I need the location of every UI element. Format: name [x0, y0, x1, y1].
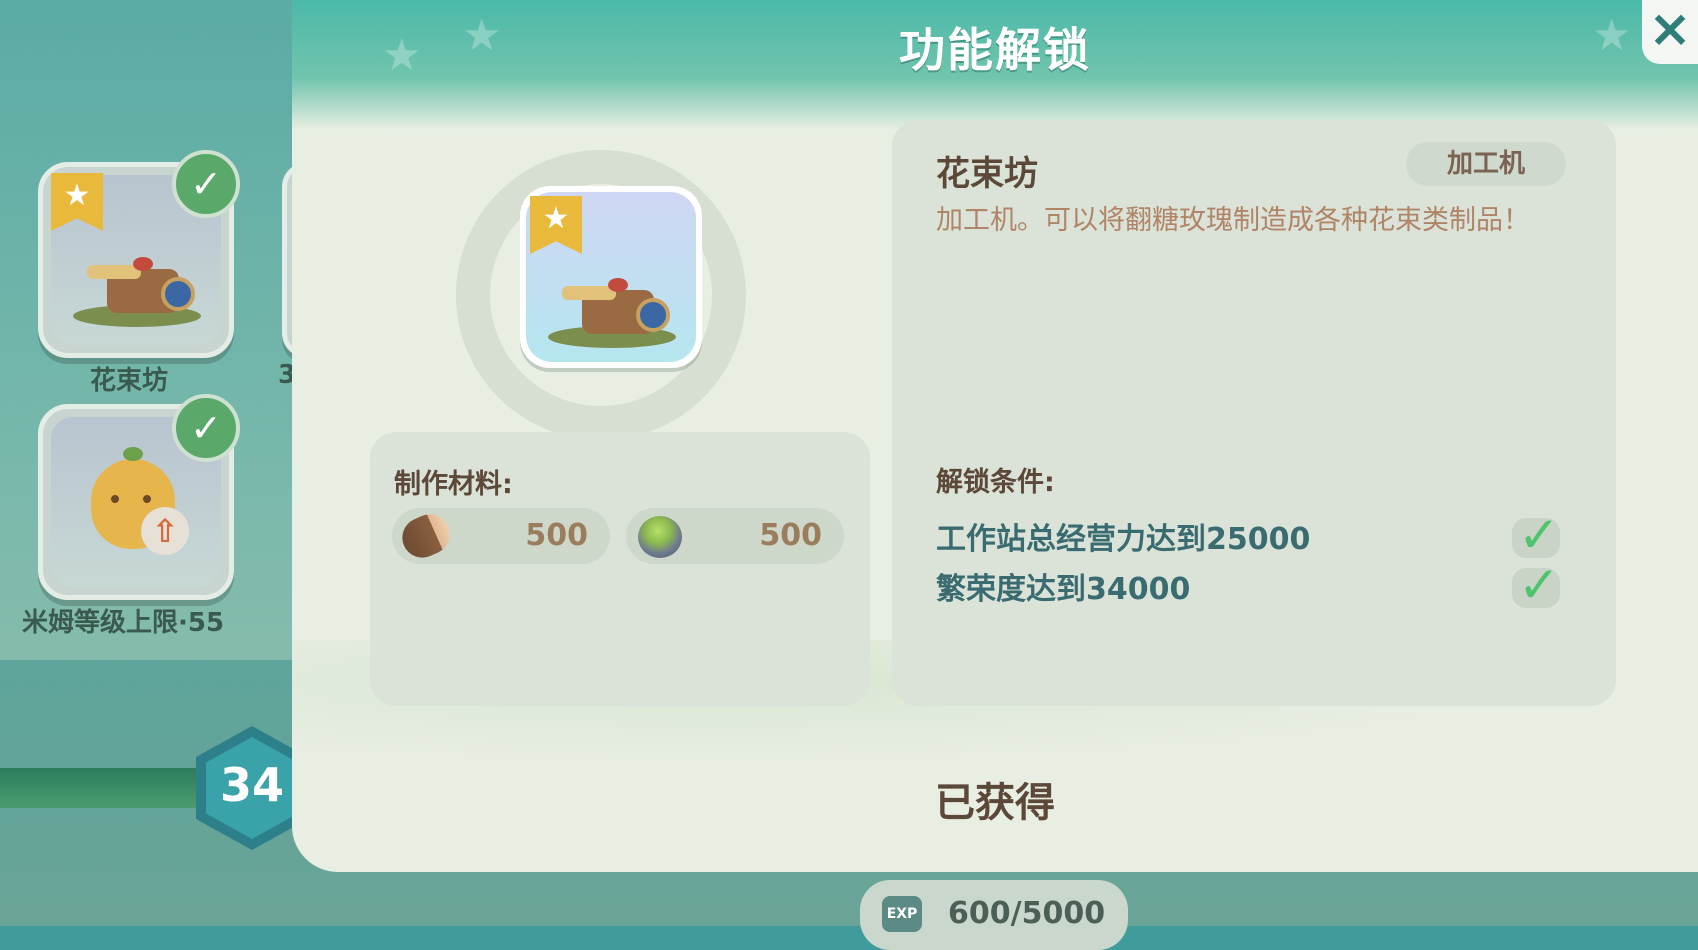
building-name: 花束坊 [936, 154, 1038, 194]
materials-panel: 制作材料: 500 500 [370, 432, 870, 706]
dialog-title: 功能解锁 [899, 23, 1091, 77]
material-item: 500 [626, 508, 844, 564]
type-tag: 加工机 [1406, 142, 1566, 186]
close-button[interactable]: × [1642, 0, 1698, 64]
material-item: 500 [392, 507, 610, 565]
close-icon: × [1648, 0, 1692, 59]
building-description: 加工机。可以将翻糖玫瑰制造成各种花束类制品！ [936, 205, 1530, 236]
green-stone-icon [638, 516, 682, 558]
info-panel: 花束坊 加工机 加工机。可以将翻糖玫瑰制造成各种花束类制品！ 解锁条件: 工作站… [892, 120, 1616, 706]
card-label: 花束坊 [90, 366, 169, 396]
materials-label: 制作材料: [394, 469, 513, 500]
unlock-dialog: ★ ★ ★ 功能解锁 × ★ 制作材料: 500 500 花束坊 加工机 加工机… [292, 0, 1698, 872]
flower-workshop-icon [73, 227, 203, 327]
level-progress-bar [0, 768, 230, 808]
condition-check: ✓ [1512, 556, 1560, 614]
obtained-status: 已获得 [935, 780, 1055, 826]
material-amount: 500 [525, 518, 588, 553]
card-label: 米姆等级上限·55 [22, 608, 225, 638]
condition-text: 繁荣度达到34000 [936, 572, 1191, 607]
check-icon: ✓ [172, 150, 240, 218]
item-preview-card: ★ [520, 186, 702, 368]
exp-icon: EXP [882, 896, 922, 932]
level-up-arrow-icon: ⇧ [141, 507, 189, 555]
wood-log-icon [395, 507, 457, 565]
exp-display: EXP 600/5000 [860, 880, 1128, 950]
conditions-label: 解锁条件: [936, 467, 1055, 498]
condition-text: 工作站总经营力达到25000 [936, 522, 1311, 557]
condition-check: ✓ [1512, 506, 1560, 564]
check-icon: ✓ [172, 394, 240, 462]
check-icon: ✓ [1518, 556, 1560, 614]
material-amount: 500 [759, 518, 822, 553]
flower-workshop-icon [548, 248, 678, 348]
